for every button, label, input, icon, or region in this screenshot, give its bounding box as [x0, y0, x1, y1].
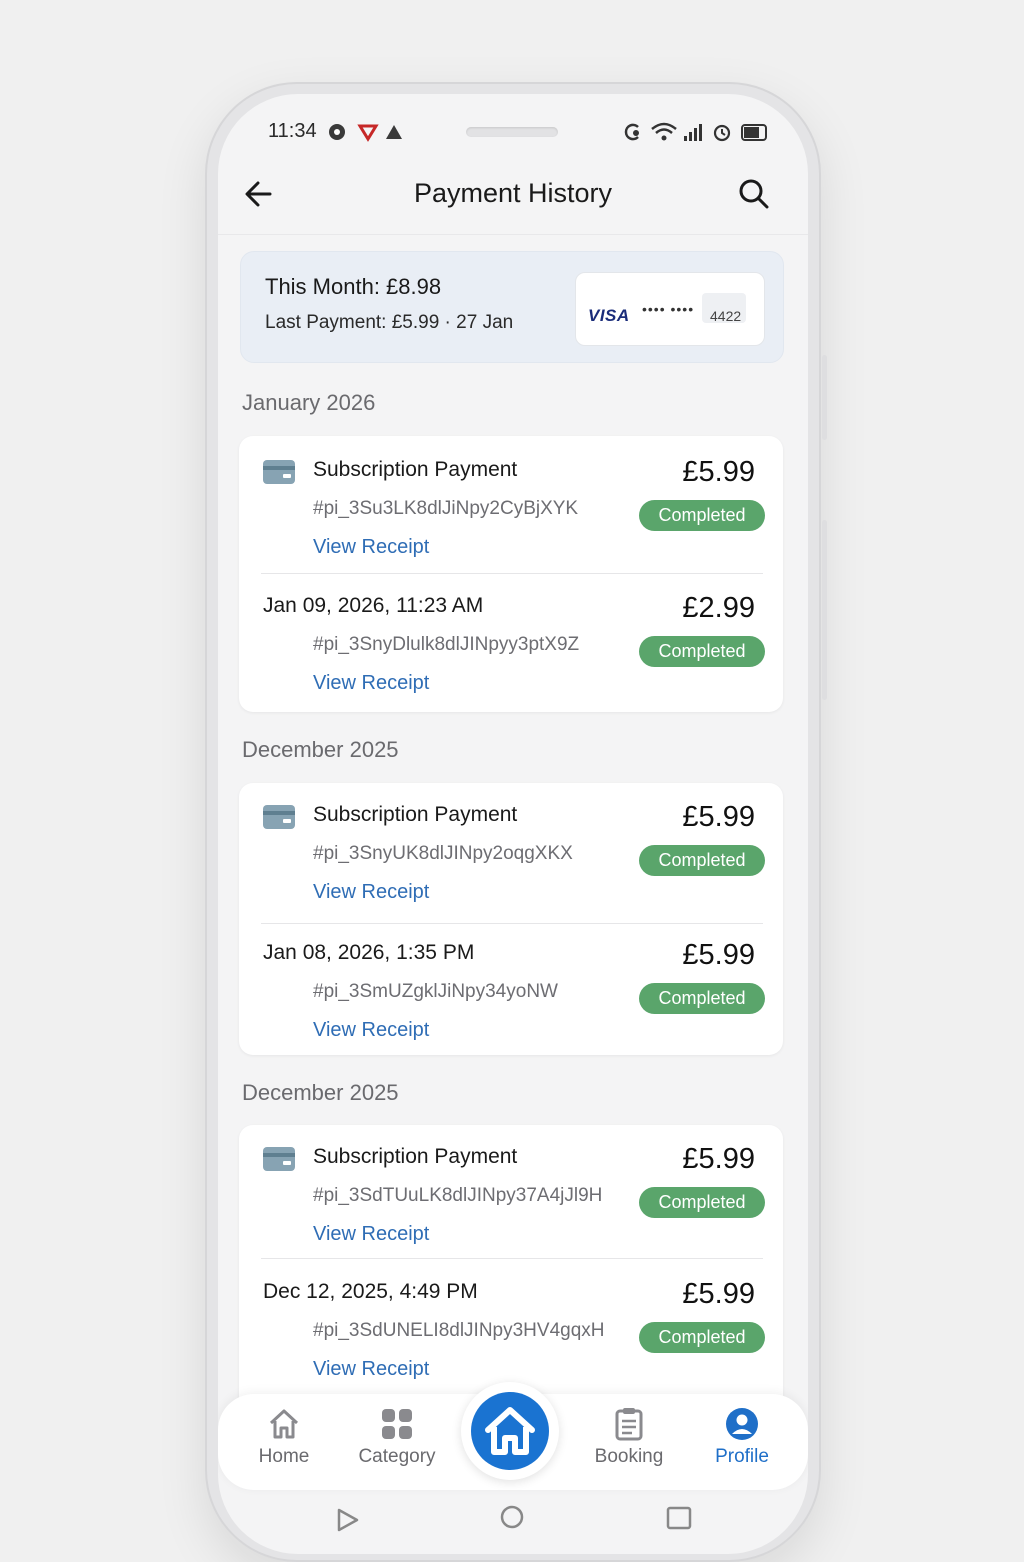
transaction-id: #pi_3Su3LK8dlJiNpy2CyBjXYK: [313, 498, 579, 519]
nav-category-label: Category: [358, 1446, 436, 1467]
transaction-title: Subscription Payment: [313, 1145, 518, 1168]
battery-icon: [741, 124, 767, 141]
nav-category[interactable]: Category: [342, 1406, 452, 1486]
signal-icon: [684, 124, 702, 141]
credit-card-icon: [263, 805, 295, 829]
search-icon: [739, 179, 769, 209]
transaction-date: Jan 09, 2026, 11:23 AM: [263, 594, 484, 617]
transaction-id: #pi_3SnyUK8dlJINpy2oqgXKX: [313, 843, 573, 864]
system-home-icon: [500, 1505, 524, 1529]
nav-home-label: Home: [258, 1446, 310, 1467]
view-receipt-link[interactable]: View Receipt: [313, 672, 429, 695]
status-badge: Completed: [639, 1187, 765, 1218]
settings-notification-icon: [329, 124, 345, 140]
section-title: January 2026: [242, 390, 376, 415]
transaction-row[interactable]: Subscription Payment #pi_3SdTUuLK8dlJINp…: [239, 1123, 783, 1259]
alarm-icon: [713, 124, 731, 142]
status-bar: 11:34: [218, 94, 808, 164]
transaction-amount: £5.99: [682, 456, 755, 488]
volume-button: [822, 355, 827, 440]
phone-screen: 11:34 Payment History This Month: £8.98 …: [218, 94, 808, 1554]
transaction-id: #pi_3SnyDlulk8dlJINpyy3ptX9Z: [313, 634, 580, 655]
card-last4: 4422: [710, 308, 742, 324]
notification-icons: [328, 122, 408, 147]
grid-icon: [382, 1409, 412, 1439]
system-back-icon: [337, 1508, 359, 1532]
transaction-row[interactable]: Jan 09, 2026, 11:23 AM #pi_3SnyDlulk8dlJ…: [239, 572, 783, 708]
view-receipt-link[interactable]: View Receipt: [313, 536, 429, 559]
warning-triangle-icon: [386, 125, 402, 139]
transaction-row[interactable]: Dec 12, 2025, 4:49 PM #pi_3SdUNELI8dlJIN…: [239, 1258, 783, 1394]
transaction-amount: £5.99: [682, 1278, 755, 1310]
status-badge: Completed: [639, 845, 765, 876]
transaction-title: Subscription Payment: [313, 803, 518, 826]
power-button: [822, 520, 827, 700]
system-icons: [622, 121, 772, 148]
section-title: December 2025: [242, 737, 399, 762]
clipboard-icon: [615, 1408, 643, 1441]
transaction-amount: £2.99: [682, 592, 755, 624]
status-badge: Completed: [639, 983, 765, 1014]
transaction-title: Subscription Payment: [313, 458, 518, 481]
transaction-amount: £5.99: [682, 801, 755, 833]
transaction-id: #pi_3SdUNELI8dlJINpy3HV4gqxH: [313, 1320, 605, 1341]
transaction-group: Subscription Payment #pi_3SnyUK8dlJINpy2…: [239, 783, 783, 1055]
status-badge: Completed: [639, 1322, 765, 1353]
credit-card-icon: [263, 1147, 295, 1171]
nav-booking[interactable]: Booking: [574, 1406, 684, 1486]
transaction-row[interactable]: Jan 08, 2026, 1:35 PM #pi_3SmUZgklJiNpy3…: [239, 919, 783, 1055]
vpn-triangle-icon: [357, 124, 379, 142]
house-icon: [485, 1407, 535, 1455]
section-title: December 2025: [242, 1080, 399, 1105]
home-fab: [461, 1382, 559, 1480]
home-fab-button[interactable]: [471, 1392, 549, 1470]
status-badge: Completed: [639, 636, 765, 667]
view-receipt-link[interactable]: View Receipt: [313, 881, 429, 904]
transaction-group: Subscription Payment #pi_3Su3LK8dlJiNpy2…: [239, 436, 783, 712]
wifi-icon: [651, 122, 677, 141]
nfc-icon: [624, 123, 639, 141]
transaction-id: #pi_3SmUZgklJiNpy34yoNW: [313, 981, 558, 1002]
home-icon: [269, 1409, 299, 1439]
status-time: 11:34: [268, 120, 317, 142]
search-button[interactable]: [734, 174, 774, 214]
transaction-id: #pi_3SdTUuLK8dlJINpy37A4jJl9H: [313, 1185, 603, 1206]
app-header: Payment History: [218, 164, 808, 235]
transaction-amount: £5.99: [682, 1143, 755, 1175]
transaction-group: Subscription Payment #pi_3SdTUuLK8dlJINp…: [239, 1125, 783, 1415]
credit-card-icon: [263, 460, 295, 484]
view-receipt-link[interactable]: View Receipt: [313, 1019, 429, 1042]
nav-booking-label: Booking: [594, 1446, 664, 1467]
transaction-date: Dec 12, 2025, 4:49 PM: [263, 1280, 478, 1303]
transaction-row[interactable]: Subscription Payment #pi_3Su3LK8dlJiNpy2…: [239, 436, 783, 572]
view-receipt-link[interactable]: View Receipt: [313, 1358, 429, 1381]
visa-logo: VISA: [588, 306, 630, 325]
nav-profile-label: Profile: [715, 1446, 769, 1467]
monthly-summary-card: This Month: £8.98 Last Payment: £5.99 · …: [240, 251, 784, 363]
transaction-amount: £5.99: [682, 939, 755, 971]
status-badge: Completed: [639, 500, 765, 531]
nav-profile[interactable]: Profile: [687, 1406, 797, 1486]
page-title: Payment History: [413, 178, 613, 208]
last-payment: Last Payment: £5.99 · 27 Jan: [265, 312, 514, 333]
nav-home[interactable]: Home: [229, 1406, 339, 1486]
system-navigation: [218, 1496, 808, 1544]
transaction-row[interactable]: Subscription Payment #pi_3SnyUK8dlJINpy2…: [239, 781, 783, 917]
view-receipt-link[interactable]: View Receipt: [313, 1223, 429, 1246]
card-masked-number: •••• ••••: [642, 301, 695, 317]
transaction-date: Jan 08, 2026, 1:35 PM: [263, 941, 475, 964]
month-total: This Month: £8.98: [265, 274, 442, 299]
payment-card[interactable]: VISA •••• •••• 4422: [575, 272, 765, 346]
user-profile-icon: [726, 1408, 758, 1440]
system-recents-icon: [666, 1506, 692, 1530]
camera-pill: [466, 127, 558, 137]
